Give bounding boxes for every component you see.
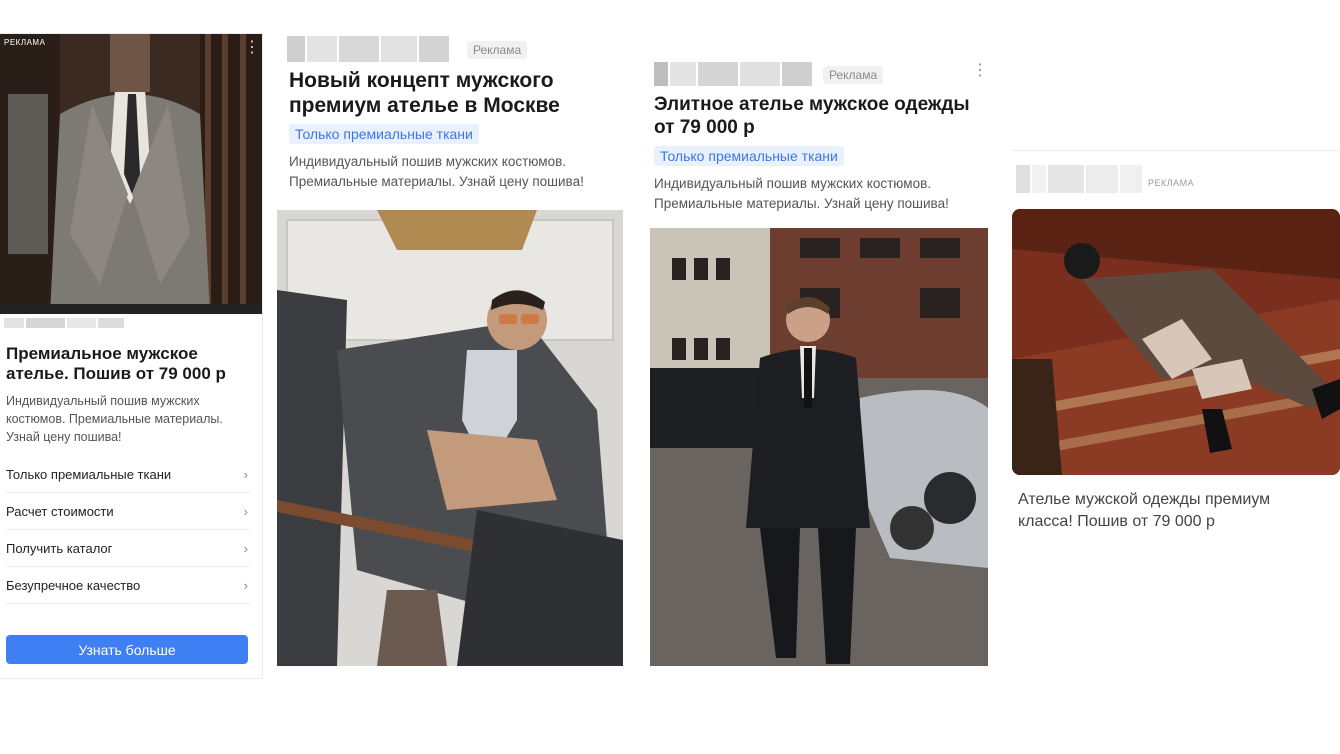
advertiser-name-blurred — [654, 62, 816, 86]
ad-card-1[interactable]: РЕКЛАМА ⋮ Премиальное мужское ателье. По… — [0, 34, 262, 678]
ad-photo-man-in-chair[interactable] — [277, 210, 623, 666]
ad-label: РЕКЛАМА — [4, 38, 46, 47]
ad-title[interactable]: Элитное ателье мужское одежды от 79 000 … — [654, 94, 988, 140]
advertiser-name-blurred — [287, 36, 455, 62]
sitelink-label: Получить каталог — [6, 540, 113, 556]
ad-description: Индивидуальный пошив мужских костюмов. П… — [289, 154, 584, 189]
ad-title[interactable]: Ателье мужской одежды премиум класса! По… — [1018, 489, 1318, 532]
sitelink-label: Расчет стоимости — [6, 503, 114, 519]
chevron-right-icon: › — [243, 503, 248, 519]
learn-more-button[interactable]: Узнать больше — [6, 635, 248, 664]
ad-label: РЕКЛАМА — [1148, 178, 1195, 188]
ad-tag: Только премиальные ткани — [654, 146, 844, 166]
sitelink-label: Только премиальные ткани — [6, 466, 172, 482]
kebab-menu-icon[interactable]: ⋮ — [244, 40, 260, 56]
advertiser-name-blurred — [4, 318, 124, 328]
chevron-right-icon: › — [243, 466, 248, 482]
sitelinks-list: Только премиальные ткани › Расчет стоимо… — [6, 456, 250, 604]
ad-label: Реклама — [823, 66, 884, 84]
chevron-right-icon: › — [243, 577, 248, 593]
chevron-right-icon: › — [243, 540, 248, 556]
ad-card-3[interactable]: Реклама ⋮ Элитное ателье мужское одежды … — [650, 58, 988, 666]
ad-photo-man-on-sofa[interactable] — [1012, 209, 1340, 475]
sitelink-catalog[interactable]: Получить каталог › — [6, 530, 250, 567]
ad-photo-man-walking[interactable] — [650, 228, 988, 666]
sitelink-price-calc[interactable]: Расчет стоимости › — [6, 493, 250, 530]
ad-card-4[interactable]: РЕКЛАМА Ателье мужской одежды премиум кл… — [1012, 150, 1340, 550]
ad-title[interactable]: Премиальное мужское ателье. Пошив от 79 … — [6, 344, 256, 385]
ad-description: Индивидуальный пошив мужских костюмов. П… — [654, 176, 949, 211]
ad-description: Индивидуальный пошив мужских костюмов. П… — [6, 394, 223, 445]
kebab-menu-icon[interactable]: ⋮ — [972, 63, 988, 79]
sitelink-label: Безупречное качество — [6, 577, 141, 593]
ad-tag: Только премиальные ткани — [289, 124, 479, 144]
advertiser-name-blurred — [1016, 165, 1142, 193]
ad-photo-suit-mannequin[interactable]: РЕКЛАМА ⋮ — [0, 34, 262, 314]
ad-card-2[interactable]: Реклама Новый концепт мужского премиум а… — [277, 34, 623, 666]
sitelink-quality[interactable]: Безупречное качество › — [6, 567, 250, 604]
ad-title[interactable]: Новый концепт мужского премиум ателье в … — [289, 68, 609, 118]
sitelink-premium-fabrics[interactable]: Только премиальные ткани › — [6, 456, 250, 493]
ad-label: Реклама — [467, 41, 528, 59]
